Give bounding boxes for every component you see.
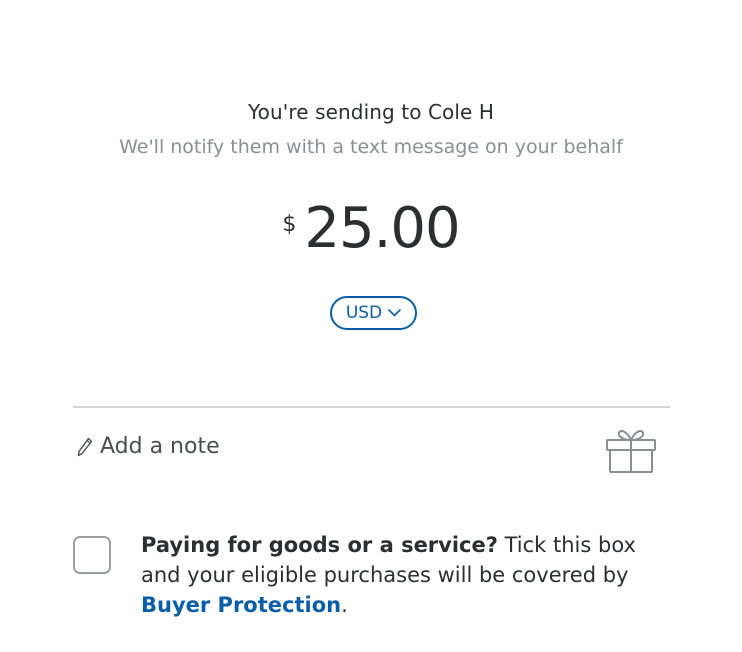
amount-display: $ 25.00 [0, 196, 742, 261]
recipient-header: You're sending to Cole H We'll notify th… [0, 100, 742, 158]
pencil-icon [77, 437, 93, 456]
amount-input[interactable]: $ 25.00 [282, 196, 460, 261]
goods-services-checkbox[interactable] [73, 536, 111, 574]
amount-value: 25.00 [304, 196, 460, 261]
currency-selector-button[interactable]: USD [330, 296, 417, 330]
currency-code: USD [345, 303, 383, 323]
page-title: You're sending to Cole H [247, 100, 495, 124]
chevron-down-icon [388, 309, 401, 317]
goods-question: Paying for goods or a service? [141, 533, 498, 557]
buyer-protection-text: Paying for goods or a service? Tick this… [141, 530, 681, 620]
buyer-protection-link[interactable]: Buyer Protection [141, 593, 341, 617]
currency-symbol: $ [282, 212, 297, 237]
divider [73, 406, 670, 408]
notification-subtitle: We'll notify them with a text message on… [119, 136, 623, 158]
add-note-label: Add a note [100, 434, 220, 459]
protection-period: . [341, 593, 348, 617]
add-note-button[interactable]: Add a note [76, 434, 220, 459]
gift-icon[interactable] [604, 428, 658, 474]
